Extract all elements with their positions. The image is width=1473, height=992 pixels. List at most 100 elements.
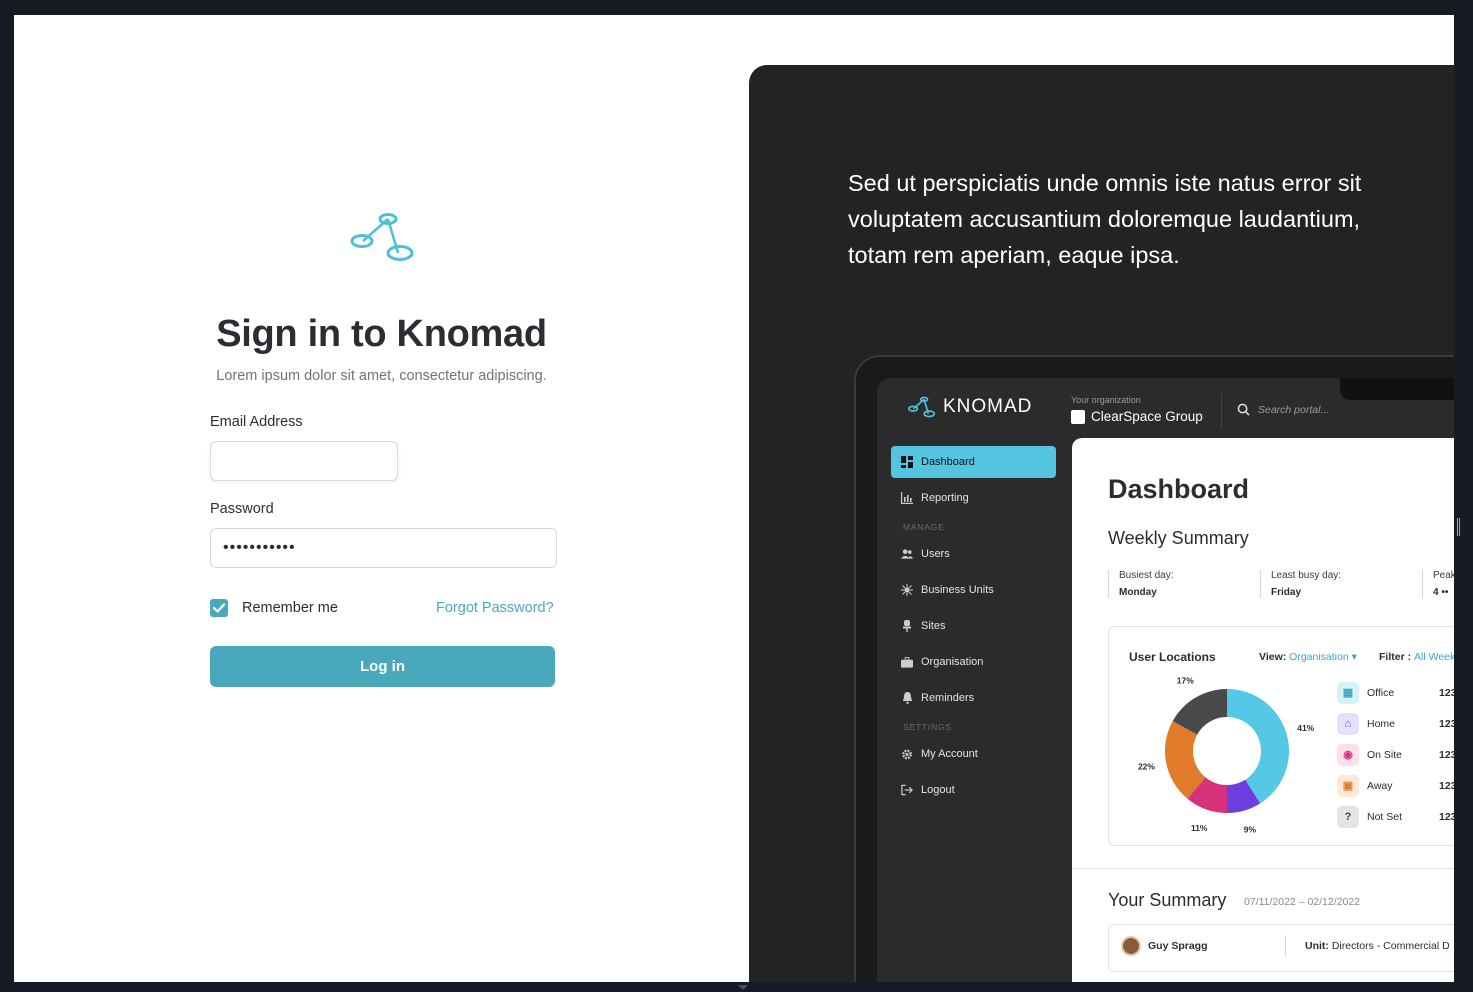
search-icon bbox=[1237, 403, 1250, 416]
password-label: Password bbox=[210, 501, 274, 517]
donut-label: 11% bbox=[1191, 823, 1208, 833]
knomad-mark-icon bbox=[908, 396, 936, 418]
sidebar-item-dashboard[interactable]: Dashboard bbox=[891, 446, 1056, 478]
legend-value: 123 bbox=[1439, 686, 1454, 699]
view-value: Organisation bbox=[1289, 651, 1349, 663]
sidebar-item-reporting[interactable]: Reporting bbox=[891, 482, 1056, 514]
sidebar-item-label: Business Units bbox=[921, 584, 994, 596]
login-page: Sign in to Knomad Lorem ipsum dolor sit … bbox=[14, 15, 1454, 982]
remember-me-checkbox[interactable] bbox=[210, 599, 228, 617]
chair-icon bbox=[901, 620, 913, 632]
legend-value: 123 bbox=[1439, 779, 1454, 792]
page-title: Sign in to Knomad bbox=[216, 313, 547, 355]
sidebar-item-organisation[interactable]: Organisation bbox=[891, 646, 1056, 678]
stat-peak: Peak 4 •• bbox=[1422, 570, 1454, 598]
peak-value: 4 bbox=[1433, 587, 1439, 598]
brand-name: KNOMAD bbox=[943, 396, 1033, 417]
forgot-password-link[interactable]: Forgot Password? bbox=[436, 600, 554, 616]
stat-label: Least busy day: bbox=[1271, 570, 1342, 581]
sidebar-item-label: Logout bbox=[921, 784, 955, 796]
legend-label: On Site bbox=[1367, 748, 1403, 761]
donut-label: 41% bbox=[1297, 723, 1314, 733]
sidebar-item-business-units[interactable]: Business Units bbox=[891, 574, 1056, 606]
sidebar-item-label: Organisation bbox=[921, 656, 984, 668]
view-label: View: bbox=[1259, 651, 1287, 663]
question-icon: ? bbox=[1337, 805, 1359, 828]
location-pin-icon: ◉ bbox=[1337, 743, 1359, 766]
promo-panel: Sed ut perspiciatis unde omnis iste natu… bbox=[749, 65, 1454, 982]
stat-label: Busiest day: bbox=[1119, 570, 1174, 581]
briefcase-icon bbox=[901, 656, 913, 668]
your-summary-dates: 07/11/2022 – 02/12/2022 bbox=[1244, 896, 1360, 908]
sidebar-item-users[interactable]: Users bbox=[891, 538, 1056, 570]
log-in-button[interactable]: Log in bbox=[210, 646, 555, 687]
building-icon: ▦ bbox=[1337, 681, 1359, 704]
locations-title: User Locations bbox=[1129, 650, 1216, 664]
sidebar-item-label: My Account bbox=[921, 748, 978, 760]
sidebar-item-label: Reminders bbox=[921, 692, 975, 704]
legend-label: Not Set bbox=[1367, 810, 1403, 823]
donut-label: 22% bbox=[1138, 761, 1155, 771]
section-divider bbox=[1072, 868, 1454, 869]
filter-value: All Week bbox=[1414, 651, 1454, 663]
sidebar-item-logout[interactable]: Logout bbox=[891, 774, 1056, 806]
legend-value: 123 bbox=[1439, 717, 1454, 730]
app-logo: KNOMAD bbox=[907, 396, 1032, 418]
stat-value: 4 •• bbox=[1433, 587, 1454, 598]
email-field[interactable] bbox=[210, 441, 398, 481]
sidebar-item-label: Dashboard bbox=[921, 456, 975, 468]
knomad-logo-icon bbox=[348, 211, 418, 263]
card-divider bbox=[1285, 935, 1286, 957]
camera-notch bbox=[1340, 378, 1454, 400]
weekly-summary-title: Weekly Summary bbox=[1108, 528, 1249, 548]
legend-item: ◉ On Site 123 bbox=[1337, 739, 1454, 770]
view-selector[interactable]: View: Organisation ▾ bbox=[1259, 651, 1357, 663]
user-unit: Unit: Directors - Commercial D bbox=[1305, 940, 1450, 952]
legend-label: Away bbox=[1367, 779, 1393, 792]
user-name: Guy Spragg bbox=[1148, 940, 1208, 952]
remember-me-label: Remember me bbox=[242, 600, 338, 616]
grid-icon bbox=[901, 456, 913, 468]
dashboard-content: Dashboard Weekly Summary Busiest day: Mo… bbox=[1072, 438, 1454, 982]
nav-section-settings: SETTINGS bbox=[903, 722, 952, 732]
dashboard-title: Dashboard bbox=[1108, 474, 1250, 504]
org-label: Your organization bbox=[1071, 395, 1141, 405]
sidebar-item-label: Reporting bbox=[921, 492, 969, 504]
stat-value: Monday bbox=[1119, 587, 1157, 598]
sidebar-item-my-account[interactable]: My Account bbox=[891, 738, 1056, 770]
bell-icon bbox=[901, 692, 913, 704]
search-placeholder: Search portal... bbox=[1258, 403, 1330, 416]
users-icon bbox=[901, 548, 913, 560]
locations-legend: ▦ Office 123 ⌂ Home 123 ◉ On Site 123 ▣ Away 123? No… bbox=[1337, 677, 1454, 832]
scrollbar-thumb[interactable] bbox=[1457, 518, 1460, 536]
org-switcher[interactable]: ClearSpace Group bbox=[1071, 409, 1203, 424]
app-preview: KNOMAD Your organization ClearSpace Grou… bbox=[877, 378, 1454, 982]
bar-chart-icon bbox=[901, 492, 913, 504]
stat-busiest-day: Busiest day: Monday bbox=[1108, 570, 1173, 598]
legend-item: ? Not Set 123 bbox=[1337, 801, 1454, 832]
scroll-down-icon[interactable] bbox=[738, 985, 748, 990]
sidebar-item-label: Users bbox=[921, 548, 950, 560]
org-logo-icon bbox=[1071, 409, 1085, 424]
password-field[interactable] bbox=[210, 528, 557, 568]
legend-item: ▣ Away 123 bbox=[1337, 770, 1454, 801]
sidebar-item-sites[interactable]: Sites bbox=[891, 610, 1056, 642]
user-locations-card: User Locations View: Organisation ▾ Filt… bbox=[1108, 626, 1454, 846]
stat-label: Peak bbox=[1433, 570, 1454, 581]
gear-icon bbox=[901, 748, 913, 760]
avatar bbox=[1121, 936, 1141, 956]
donut-label: 17% bbox=[1177, 675, 1194, 685]
legend-value: 123 bbox=[1439, 810, 1454, 823]
search-bar[interactable]: Search portal... bbox=[1237, 403, 1329, 416]
user-summary-card: Guy Spragg Unit: Directors - Commercial … bbox=[1108, 924, 1454, 972]
header-divider bbox=[1221, 393, 1222, 429]
sidebar-item-reminders[interactable]: Reminders bbox=[891, 682, 1056, 714]
filter-selector[interactable]: Filter : All Week bbox=[1379, 651, 1454, 663]
legend-item: ⌂ Home 123 bbox=[1337, 708, 1454, 739]
unit-label: Unit: bbox=[1305, 940, 1329, 952]
scrollbar-track[interactable] bbox=[1454, 15, 1473, 982]
unit-value: Directors - Commercial D bbox=[1331, 940, 1450, 952]
your-summary-title: Your Summary bbox=[1108, 890, 1227, 910]
chevron-down-icon: ▾ bbox=[1351, 651, 1357, 663]
legend-label: Home bbox=[1367, 717, 1396, 730]
